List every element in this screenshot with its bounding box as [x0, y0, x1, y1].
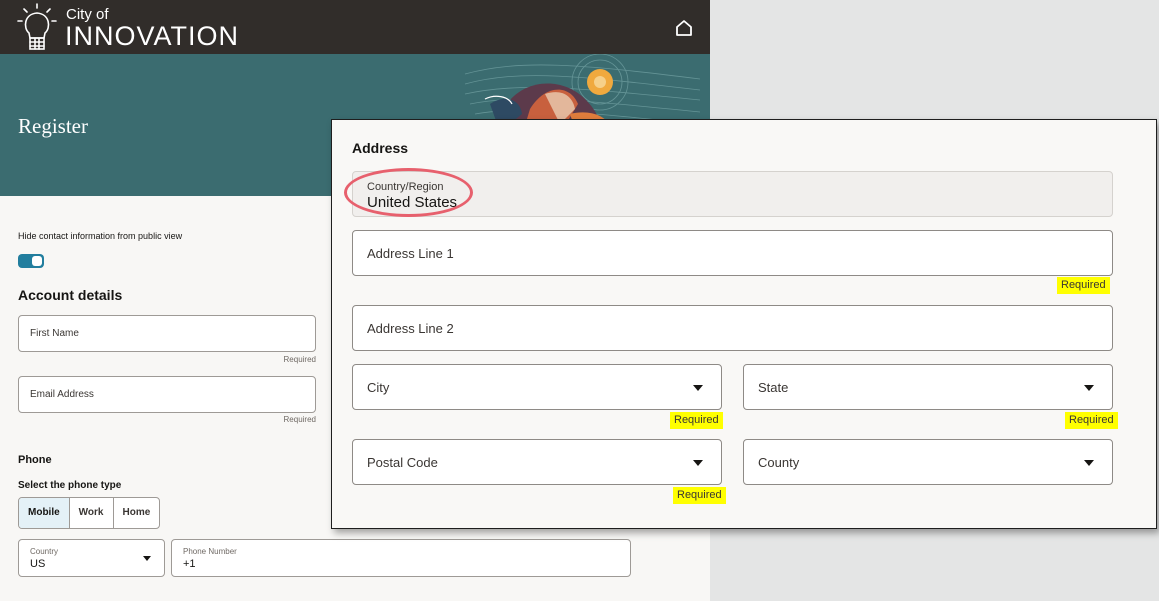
country-region-field: Country/Region United States — [352, 171, 1113, 217]
country-region-label: Country/Region — [367, 181, 444, 193]
county-placeholder: County — [758, 455, 800, 470]
city-required-hint: Required — [670, 412, 723, 429]
phone-type-selector: Mobile Work Home — [18, 497, 161, 529]
phone-heading: Phone — [18, 454, 52, 466]
address-line-1-placeholder: Address Line 1 — [367, 246, 454, 261]
phone-type-label: Select the phone type — [18, 480, 122, 491]
country-region-value: United States — [367, 194, 458, 211]
page-title: Register — [18, 114, 88, 138]
phone-number-field[interactable]: Phone Number +1 — [171, 539, 631, 577]
address-panel-zoom: Address Country/Region United States Add… — [331, 119, 1157, 529]
phone-country-value: US — [30, 558, 46, 570]
postal-code-placeholder: Postal Code — [367, 455, 438, 470]
chevron-down-icon — [1084, 460, 1094, 466]
email-required-hint: Required — [283, 415, 316, 424]
top-bar: City of INNOVATION — [0, 0, 710, 54]
phone-country-select[interactable]: Country US — [18, 539, 165, 577]
chevron-down-icon — [693, 460, 703, 466]
phone-type-mobile[interactable]: Mobile — [19, 498, 70, 528]
address-line-2-field[interactable]: Address Line 2 — [352, 305, 1113, 351]
postal-code-required-hint: Required — [673, 487, 726, 504]
address-heading: Address — [352, 140, 409, 156]
chevron-down-icon — [693, 385, 703, 391]
address-line-1-required-hint: Required — [1057, 277, 1110, 294]
first-name-placeholder: First Name — [30, 328, 79, 339]
address-line-2-placeholder: Address Line 2 — [367, 321, 454, 336]
account-details-heading: Account details — [18, 287, 123, 303]
city-select[interactable]: City — [352, 364, 722, 410]
phone-number-label: Phone Number — [183, 547, 237, 556]
phone-number-value: +1 — [183, 558, 196, 570]
county-select[interactable]: County — [743, 439, 1113, 485]
phone-type-home[interactable]: Home — [114, 498, 160, 528]
lightbulb-logo-icon — [17, 3, 57, 50]
toggle-knob — [32, 256, 42, 266]
address-line-1-field[interactable]: Address Line 1 — [352, 230, 1113, 276]
state-required-hint: Required — [1065, 412, 1118, 429]
first-name-required-hint: Required — [283, 355, 316, 364]
chevron-down-icon — [1084, 385, 1094, 391]
state-select[interactable]: State — [743, 364, 1113, 410]
postal-code-select[interactable]: Postal Code — [352, 439, 722, 485]
phone-type-work[interactable]: Work — [70, 498, 114, 528]
home-icon[interactable] — [672, 16, 696, 40]
logo-innovation: INNOVATION — [65, 21, 240, 51]
chevron-down-icon — [143, 556, 151, 561]
email-field[interactable]: Email Address — [18, 376, 316, 413]
city-placeholder: City — [367, 380, 390, 395]
first-name-field[interactable]: First Name — [18, 315, 316, 352]
state-placeholder: State — [758, 380, 789, 395]
hide-contact-label: Hide contact information from public vie… — [18, 231, 183, 241]
email-placeholder: Email Address — [30, 389, 94, 400]
phone-country-label: Country — [30, 547, 59, 556]
hide-contact-toggle[interactable] — [18, 254, 44, 268]
